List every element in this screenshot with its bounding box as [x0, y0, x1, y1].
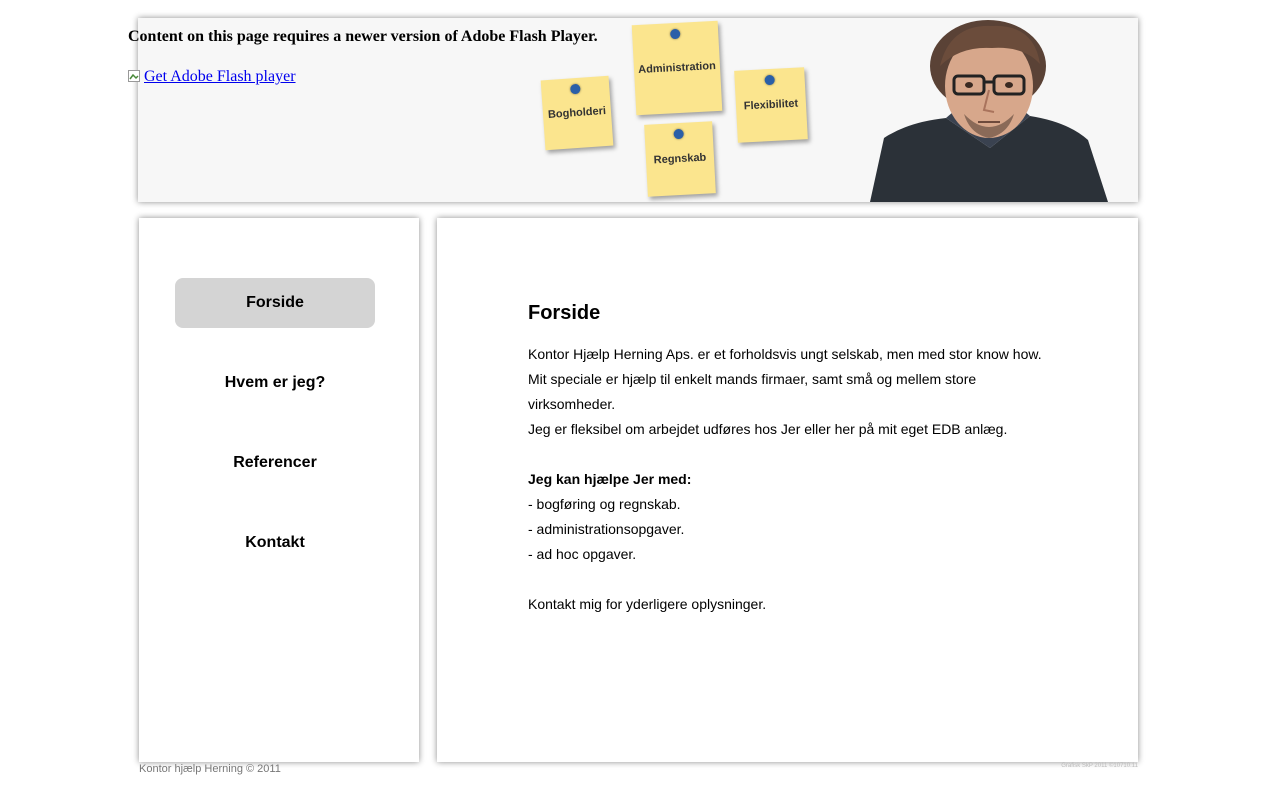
help-item-administration: - administrationsopgaver.: [528, 521, 685, 537]
note-label: Administration: [637, 59, 717, 77]
help-item-adhoc: - ad hoc opgaver.: [528, 546, 637, 562]
nav-item-kontakt[interactable]: Kontakt: [175, 518, 375, 568]
nav-item-hvem-er-jeg[interactable]: Hvem er jeg?: [175, 358, 375, 408]
sidebar-nav: Forside Hvem er jeg? Referencer Kontakt: [139, 218, 419, 762]
flash-upgrade-message: Content on this page requires a newer ve…: [128, 28, 598, 45]
portrait-photo: [870, 20, 1108, 202]
page-title: Forside: [528, 302, 601, 324]
footer-credit: Grafisk SkP 2011 ©10710.11: [1061, 763, 1138, 769]
contact-paragraph: Kontakt mig for yderligere oplysninger.: [528, 596, 767, 612]
note-bogholderi: Bogholderi: [540, 75, 614, 151]
pin-icon: [764, 74, 775, 86]
flexibility-paragraph: Jeg er fleksibel om arbejdet udføres hos…: [528, 421, 1008, 437]
nav-item-label: Kontakt: [245, 534, 305, 551]
content-body: Forside Kontor Hjælp Herning Aps. er et …: [528, 298, 1048, 617]
footer-copyright: Kontor hjælp Herning © 2011: [139, 763, 281, 775]
get-flash-player-label: Get Adobe Flash player: [144, 68, 296, 85]
nav-item-label: Referencer: [233, 454, 317, 471]
main-content-panel: Forside Kontor Hjælp Herning Aps. er et …: [437, 218, 1138, 762]
help-item-bookkeeping: - bogføring og regnskab.: [528, 496, 681, 512]
broken-image-icon: [128, 69, 140, 82]
nav-item-referencer[interactable]: Referencer: [175, 438, 375, 488]
get-flash-player-link[interactable]: Get Adobe Flash player: [128, 68, 296, 86]
note-label: Flexibilitet: [743, 97, 799, 113]
nav-item-forside[interactable]: Forside: [175, 278, 375, 328]
help-heading: Jeg kan hjælpe Jer med:: [528, 471, 692, 487]
note-label: Regnskab: [653, 151, 707, 167]
nav-item-label: Hvem er jeg?: [224, 374, 326, 391]
pin-icon: [669, 28, 681, 40]
note-label: Bogholderi: [547, 104, 607, 122]
pin-icon: [673, 128, 684, 140]
nav-item-label: Forside: [246, 294, 304, 311]
pin-icon: [569, 83, 581, 95]
note-flexibilitet: Flexibilitet: [734, 67, 808, 143]
note-administration: Administration: [631, 20, 723, 116]
intro-paragraph: Kontor Hjælp Herning Aps. er et forholds…: [528, 346, 1042, 412]
note-regnskab: Regnskab: [644, 121, 716, 197]
